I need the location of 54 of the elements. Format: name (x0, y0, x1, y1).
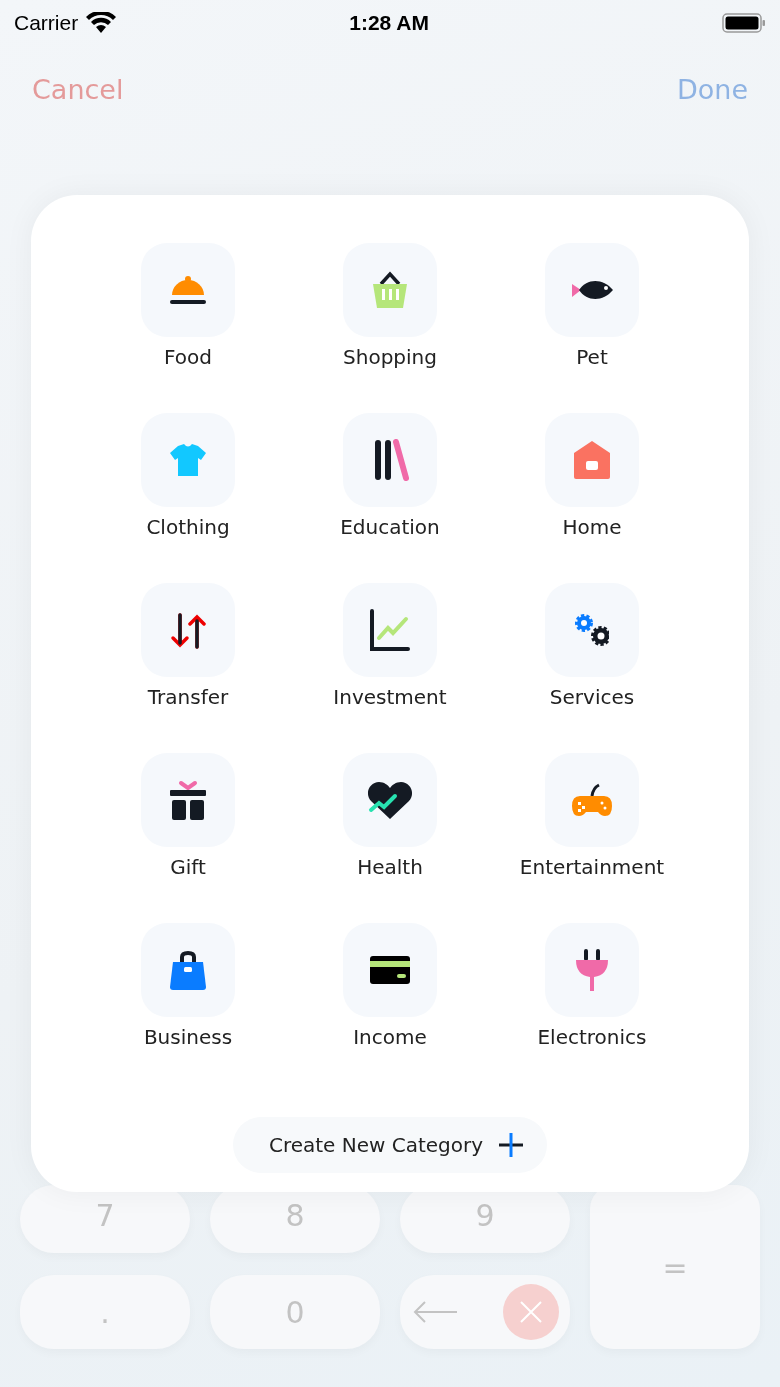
basket-icon (372, 271, 408, 309)
category-tile[interactable] (545, 753, 639, 847)
gift-icon (169, 779, 207, 821)
house-icon (573, 440, 611, 480)
category-label: Clothing (146, 515, 230, 539)
category-tile[interactable] (545, 413, 639, 507)
category-label: Education (340, 515, 440, 539)
gears-icon (575, 614, 609, 646)
briefcase-icon (169, 949, 207, 991)
plug-icon (575, 948, 609, 992)
category-label: Investment (333, 685, 447, 709)
category-tile[interactable] (141, 243, 235, 337)
category-tile[interactable] (141, 753, 235, 847)
dish-icon (169, 274, 207, 306)
gamepad-icon (571, 783, 613, 817)
line-chart-icon (369, 608, 411, 652)
shirt-icon (169, 443, 207, 477)
card-icon (369, 955, 411, 985)
category-tile[interactable] (343, 583, 437, 677)
category-label: Transfer (147, 685, 229, 709)
done-link[interactable]: Done (676, 74, 748, 105)
battery-icon (722, 12, 766, 34)
category-tile[interactable] (545, 923, 639, 1017)
heart-icon (367, 779, 413, 821)
category-label: Home (562, 515, 622, 539)
category-label: Electronics (537, 1025, 647, 1049)
category-tile[interactable] (141, 583, 235, 677)
category-label: Pet (576, 345, 608, 369)
category-label: Income (353, 1025, 427, 1049)
equals-key[interactable]: = (590, 1185, 760, 1349)
category-label: Services (549, 685, 635, 709)
category-tile[interactable] (343, 243, 437, 337)
key[interactable]: . (20, 1275, 190, 1349)
plus-icon (497, 1131, 526, 1159)
fish-icon (570, 278, 614, 302)
category-tile[interactable] (343, 923, 437, 1017)
cancel-link[interactable]: Cancel (32, 74, 124, 105)
category-tile[interactable] (141, 413, 235, 507)
category-label: Business (143, 1025, 233, 1049)
category-label: Food (164, 345, 212, 369)
category-label: Entertainment (519, 855, 665, 879)
wifi-icon (86, 12, 117, 34)
category-label: Gift (170, 855, 206, 879)
category-label: Health (357, 855, 423, 879)
category-label: Shopping (343, 345, 437, 369)
category-tile[interactable] (343, 753, 437, 847)
category-tile[interactable] (545, 583, 639, 677)
category-tile[interactable] (343, 413, 437, 507)
arrows-icon (170, 611, 206, 649)
category-tile[interactable] (545, 243, 639, 337)
status-time: 1:28 AM (348, 11, 430, 35)
category-tile[interactable] (141, 923, 235, 1017)
create-category-button[interactable]: Create New Category (232, 1117, 548, 1173)
carrier-name: Carrier (14, 11, 79, 35)
